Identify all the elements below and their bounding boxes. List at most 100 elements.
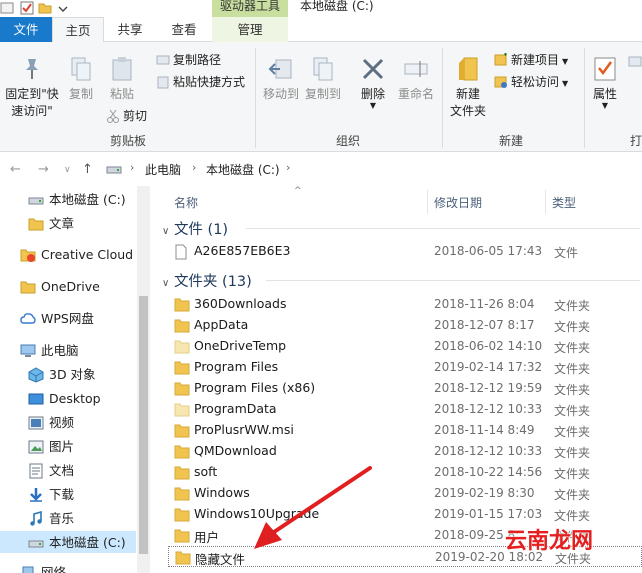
scissors-icon (107, 109, 119, 123)
cut-label: 剪切 (123, 109, 148, 123)
open-small-icon[interactable] (628, 54, 642, 72)
column-header-modified[interactable]: 修改日期 (434, 194, 482, 211)
delete-dropdown-icon[interactable]: ▼ (356, 102, 390, 110)
properties-dropdown-icon[interactable]: ▼ (588, 102, 622, 110)
copy-path-icon (156, 55, 170, 65)
copy-button[interactable]: 复制 (64, 56, 98, 103)
folder-name: 隐藏文件 (195, 552, 246, 567)
nav-item-label: 音乐 (49, 511, 75, 526)
delete-x-icon (362, 58, 384, 80)
move-to-button[interactable]: 移动到 (260, 56, 302, 103)
pin-icon (26, 59, 38, 79)
breadcrumb-separator[interactable]: › (130, 161, 134, 174)
new-folder-button[interactable]: 新建 文件夹 (446, 56, 490, 120)
new-folder-quick-icon[interactable] (38, 1, 52, 15)
tab-manage[interactable]: 管理 (212, 17, 288, 42)
folder-type: 文件夹 (554, 488, 591, 502)
address-box[interactable]: › 此电脑 › 本地磁盘 (C:) › (102, 159, 642, 181)
collapse-chevron-icon[interactable]: ∨ (162, 226, 169, 237)
tab-view[interactable]: 查看 (156, 17, 212, 42)
watermark-logo: 云南龙网 (505, 528, 594, 554)
paste-button[interactable]: 粘贴 (104, 56, 140, 103)
download-icon (30, 488, 42, 502)
breadcrumb-separator[interactable]: › (192, 161, 196, 174)
folder-row[interactable]: ProPlusrWW.msi 2018-11-14 8:49 文件夹 (168, 420, 642, 441)
paste-icon (112, 57, 132, 81)
nav-scrollbar-thumb[interactable] (139, 296, 148, 554)
folder-type: 文件夹 (554, 446, 591, 460)
sort-ascending-icon: ^ (294, 186, 302, 196)
rename-button[interactable]: 重命名 (396, 56, 436, 103)
new-item-button[interactable]: 新建项目 ▼ (494, 52, 568, 70)
folder-name: Windows10Upgrade (194, 506, 320, 521)
folder-name: Program Files (x86) (194, 380, 316, 395)
collapse-chevron-icon[interactable]: ∨ (162, 278, 169, 289)
tab-file[interactable]: 文件 (0, 17, 52, 42)
nav-item-label: 此电脑 (41, 343, 79, 358)
folder-icon (28, 218, 44, 231)
new-folder-icon (459, 57, 478, 81)
column-header-name[interactable]: 名称 (174, 194, 198, 211)
folder-date: 2018-12-12 10:33 (434, 402, 543, 416)
new-item-dropdown-icon[interactable]: ▼ (562, 57, 568, 66)
folder-date: 2018-12-12 10:33 (434, 444, 543, 458)
folder-row[interactable]: Windows10Upgrade 2019-01-15 17:03 文件夹 (168, 504, 642, 525)
folder-row[interactable]: QMDownload 2018-12-12 10:33 文件夹 (168, 441, 642, 462)
folder-name: QMDownload (194, 443, 277, 458)
folder-icon (20, 281, 36, 294)
folder-date: 2019-02-19 8:30 (434, 486, 535, 500)
column-divider[interactable] (427, 190, 428, 214)
column-divider[interactable] (545, 190, 546, 214)
3d-objects-icon (28, 367, 44, 383)
breadcrumb-local-disk[interactable]: 本地磁盘 (C:) (206, 161, 280, 178)
folder-date: 2018-06-02 14:10 (434, 339, 543, 353)
file-date: 2018-06-05 17:43 (434, 244, 543, 258)
recent-locations-chevron-icon[interactable]: ∨ (64, 165, 71, 175)
column-header-type[interactable]: 类型 (552, 194, 576, 211)
folder-row[interactable]: AppData 2018-12-07 8:17 文件夹 (168, 315, 642, 336)
file-name: A26E857EB6E3 (194, 243, 291, 258)
file-row[interactable]: A26E857EB6E3 2018-06-05 17:43 文件 (168, 241, 642, 262)
properties-button[interactable]: 属性 ▼ (588, 56, 622, 110)
cut-button[interactable]: 剪切 (106, 108, 147, 124)
properties-icon (594, 57, 616, 81)
app-icon (0, 1, 14, 15)
delete-button[interactable]: 删除 ▼ (356, 56, 390, 110)
nav-item-label: Desktop (49, 391, 101, 406)
folder-row[interactable]: OneDriveTemp 2018-06-02 14:10 文件夹 (168, 336, 642, 357)
folder-row[interactable]: Program Files 2019-02-14 17:32 文件夹 (168, 357, 642, 378)
tab-share[interactable]: 共享 (104, 17, 156, 42)
group-header-files[interactable]: ∨ 文件 (1) (162, 218, 228, 239)
window-title: 本地磁盘 (C:) (300, 0, 374, 13)
folder-type: 文件夹 (554, 320, 591, 334)
nav-item-label: 图片 (49, 439, 75, 454)
network-icon (22, 566, 34, 573)
breadcrumb-separator[interactable]: › (286, 161, 290, 174)
copy-to-button[interactable]: 复制到 (302, 56, 344, 103)
file-list: ^ 名称 修改日期 类型 ∨ 文件 (1) A26E857EB6E3 2018-… (158, 186, 642, 573)
pin-to-quick-access-button[interactable]: 固定到"快 速访问" (2, 56, 62, 120)
easy-access-button[interactable]: 轻松访问 ▼ (494, 74, 568, 92)
nav-item-label: OneDrive (41, 279, 100, 294)
folder-row[interactable]: ProgramData 2018-12-12 10:33 文件夹 (168, 399, 642, 420)
customize-dropdown-icon[interactable] (56, 1, 70, 15)
folder-row[interactable]: 360Downloads 2018-11-26 8:04 文件夹 (168, 294, 642, 315)
copy-path-label: 复制路径 (173, 53, 222, 67)
properties-quick-icon[interactable] (20, 1, 34, 15)
breadcrumb-this-pc[interactable]: 此电脑 (145, 161, 181, 178)
forward-arrow-icon[interactable]: → (38, 162, 49, 177)
folder-name: 360Downloads (194, 296, 287, 311)
folder-row[interactable]: Windows 2019-02-19 8:30 文件夹 (168, 483, 642, 504)
copy-path-button[interactable]: 复制路径 (156, 52, 221, 68)
group-header-folders[interactable]: ∨ 文件夹 (13) (162, 270, 252, 291)
easy-access-dropdown-icon[interactable]: ▼ (562, 79, 568, 88)
paste-shortcut-button[interactable]: 粘贴快捷方式 (156, 74, 245, 90)
tab-home[interactable]: 主页 (52, 17, 104, 43)
up-arrow-icon[interactable]: ↑ (82, 162, 93, 177)
back-arrow-icon[interactable]: ← (10, 162, 21, 177)
folder-date: 2019-02-14 17:32 (434, 360, 543, 374)
copy-icon (71, 57, 91, 81)
folder-icon (174, 424, 190, 438)
folder-row[interactable]: Program Files (x86) 2018-12-12 19:59 文件夹 (168, 378, 642, 399)
folder-row[interactable]: soft 2018-10-22 14:56 文件夹 (168, 462, 642, 483)
